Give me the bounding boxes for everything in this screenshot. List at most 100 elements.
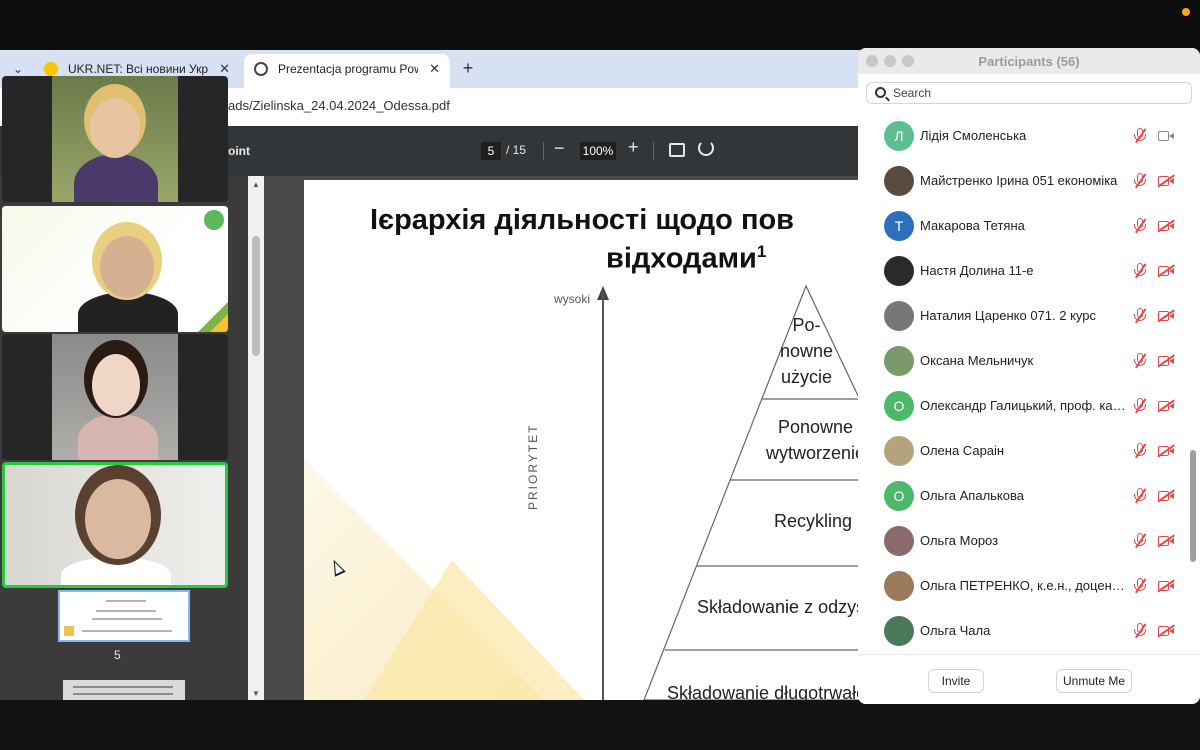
participant-row[interactable]: Олена Сараін bbox=[858, 429, 1188, 474]
mic-muted-icon bbox=[1134, 218, 1146, 234]
participant-row[interactable]: Майстренко Ірина 051 економіка bbox=[858, 159, 1188, 204]
tab-label: Prezentacja programu PowerPoint bbox=[278, 62, 418, 76]
avatar: Т bbox=[884, 211, 914, 241]
video-tile[interactable] bbox=[2, 76, 228, 202]
avatar bbox=[884, 256, 914, 286]
avatar: О bbox=[884, 391, 914, 421]
video-tile[interactable] bbox=[2, 334, 228, 460]
panel-titlebar: Participants (56) bbox=[858, 48, 1200, 74]
search-input[interactable] bbox=[893, 85, 1183, 101]
avatar bbox=[884, 616, 914, 646]
pdf-title: oint bbox=[228, 144, 250, 158]
participant-video bbox=[2, 206, 228, 332]
participant-list-scrollbar[interactable] bbox=[1190, 450, 1196, 562]
participant-row[interactable]: Ольга Чала bbox=[858, 609, 1188, 654]
mic-muted-icon bbox=[1134, 263, 1146, 279]
camera-off-icon bbox=[1157, 399, 1175, 413]
participant-row[interactable]: О Олександр Галицький, проф. кафедри bbox=[858, 384, 1188, 429]
camera-off-icon bbox=[1157, 309, 1175, 323]
pyramid-level-4: Składowanie z odzyskie bbox=[697, 597, 860, 617]
participant-row[interactable]: Т Макарова Тетяна bbox=[858, 204, 1188, 249]
participant-row[interactable]: Оксана Мельничук bbox=[858, 339, 1188, 384]
scroll-up-icon[interactable]: ▲ bbox=[252, 180, 260, 189]
participant-video bbox=[52, 76, 178, 202]
participant-name: Майстренко Ірина 051 економіка bbox=[920, 173, 1118, 188]
mic-muted-icon bbox=[1134, 173, 1146, 189]
new-tab-button[interactable]: + bbox=[458, 58, 478, 79]
scroll-down-icon[interactable]: ▼ bbox=[252, 689, 260, 698]
person-face bbox=[90, 98, 140, 158]
thumb-text-line bbox=[82, 630, 172, 632]
participant-row[interactable]: О Ольга Апалькова bbox=[858, 474, 1188, 519]
mic-muted-icon bbox=[1134, 308, 1146, 324]
zoom-in-button[interactable]: + bbox=[628, 137, 639, 158]
participant-list[interactable]: Л Лідія Смоленська Майстренко Ірина 051 ек… bbox=[858, 114, 1200, 654]
camera-off-icon bbox=[1157, 219, 1175, 233]
pyramid-level-2: Ponowne wytworzenie bbox=[766, 414, 860, 466]
mic-muted-icon bbox=[1134, 398, 1146, 414]
participants-panel: Participants (56) Л Лідія Смоленська Майст… bbox=[858, 48, 1200, 704]
participant-name: Олександр Галицький, проф. кафедри bbox=[920, 398, 1130, 413]
organization-logo-icon bbox=[202, 208, 226, 232]
page-thumbnail-5[interactable] bbox=[58, 590, 190, 642]
participant-search[interactable] bbox=[866, 82, 1192, 104]
mic-muted-icon bbox=[1134, 623, 1146, 639]
participant-name: Наталия Царенко 071. 2 курс bbox=[920, 308, 1096, 323]
camera-off-icon bbox=[1157, 534, 1175, 548]
unmute-me-button[interactable]: Unmute Me bbox=[1056, 669, 1132, 693]
page-total: / 15 bbox=[506, 143, 527, 157]
url-text: ads/Zielinska_24.04.2024_Odessa.pdf bbox=[228, 98, 450, 113]
pdf-document-area: Ієрархія діяльності щодо пов відходами1 … bbox=[264, 176, 860, 700]
avatar bbox=[884, 436, 914, 466]
camera-off-icon bbox=[1157, 624, 1175, 638]
page-thumbnail-6[interactable] bbox=[63, 680, 185, 700]
participant-row[interactable]: Ольга Мороз bbox=[858, 519, 1188, 564]
participant-name: Олена Сараін bbox=[920, 443, 1005, 458]
participant-video bbox=[5, 465, 225, 585]
pyramid-level-text: Po- nowne użycie bbox=[780, 315, 834, 387]
participant-name: Ольга Апалькова bbox=[920, 488, 1024, 503]
person-face bbox=[100, 236, 154, 298]
rotate-icon[interactable] bbox=[698, 140, 714, 156]
person-silhouette bbox=[61, 557, 171, 585]
invite-button[interactable]: Invite bbox=[928, 669, 984, 693]
thumb-text-line bbox=[92, 618, 162, 620]
camera-off-icon bbox=[1157, 174, 1175, 188]
avatar bbox=[884, 526, 914, 556]
avatar: Л bbox=[884, 121, 914, 151]
participant-name: Настя Долина 11-е bbox=[920, 263, 1034, 278]
mic-muted-icon bbox=[1134, 353, 1146, 369]
tab-presentation[interactable]: Prezentacja programu PowerPoint ✕ bbox=[244, 54, 450, 88]
camera-off-icon bbox=[1157, 489, 1175, 503]
fit-page-icon[interactable] bbox=[669, 143, 685, 157]
mic-muted-icon bbox=[1134, 128, 1146, 144]
thumb-text-line bbox=[96, 610, 156, 612]
participant-row[interactable]: Л Лідія Смоленська bbox=[858, 114, 1188, 159]
participant-row[interactable]: Настя Долина 11-е bbox=[858, 249, 1188, 294]
thumbnail-number: 5 bbox=[114, 648, 121, 662]
close-tab-icon[interactable]: ✕ bbox=[429, 54, 440, 84]
participant-video bbox=[52, 334, 178, 460]
page-number-input[interactable]: 5 bbox=[481, 142, 501, 160]
toolbar-divider bbox=[653, 142, 654, 160]
participant-name: Лідія Смоленська bbox=[920, 128, 1027, 143]
participant-row[interactable]: Наталия Царенко 071. 2 курс bbox=[858, 294, 1188, 339]
toolbar-divider bbox=[543, 142, 544, 160]
globe-favicon-icon bbox=[254, 62, 268, 76]
participant-name: Оксана Мельничук bbox=[920, 353, 1034, 368]
video-tile[interactable] bbox=[2, 206, 228, 332]
thumbnail-scrollbar[interactable]: ▲ ▼ bbox=[248, 176, 264, 700]
person-silhouette bbox=[74, 154, 158, 202]
ukrnet-favicon-icon bbox=[44, 62, 58, 76]
participant-name: Макарова Тетяна bbox=[920, 218, 1025, 233]
participant-row[interactable]: Ольга ПЕТРЕНКО, к.е.н., доцент кафедри bbox=[858, 564, 1188, 609]
scrollbar-thumb[interactable] bbox=[252, 236, 260, 356]
top-bar bbox=[0, 0, 1200, 50]
participant-name: Ольга Мороз bbox=[920, 533, 999, 548]
camera-off-icon bbox=[1157, 444, 1175, 458]
person-silhouette bbox=[78, 414, 158, 460]
zoom-level-input[interactable]: 100% bbox=[580, 142, 616, 160]
zoom-out-button[interactable]: − bbox=[554, 138, 565, 159]
video-tile-active-speaker[interactable] bbox=[2, 462, 228, 588]
thumb-text-line bbox=[106, 600, 146, 602]
